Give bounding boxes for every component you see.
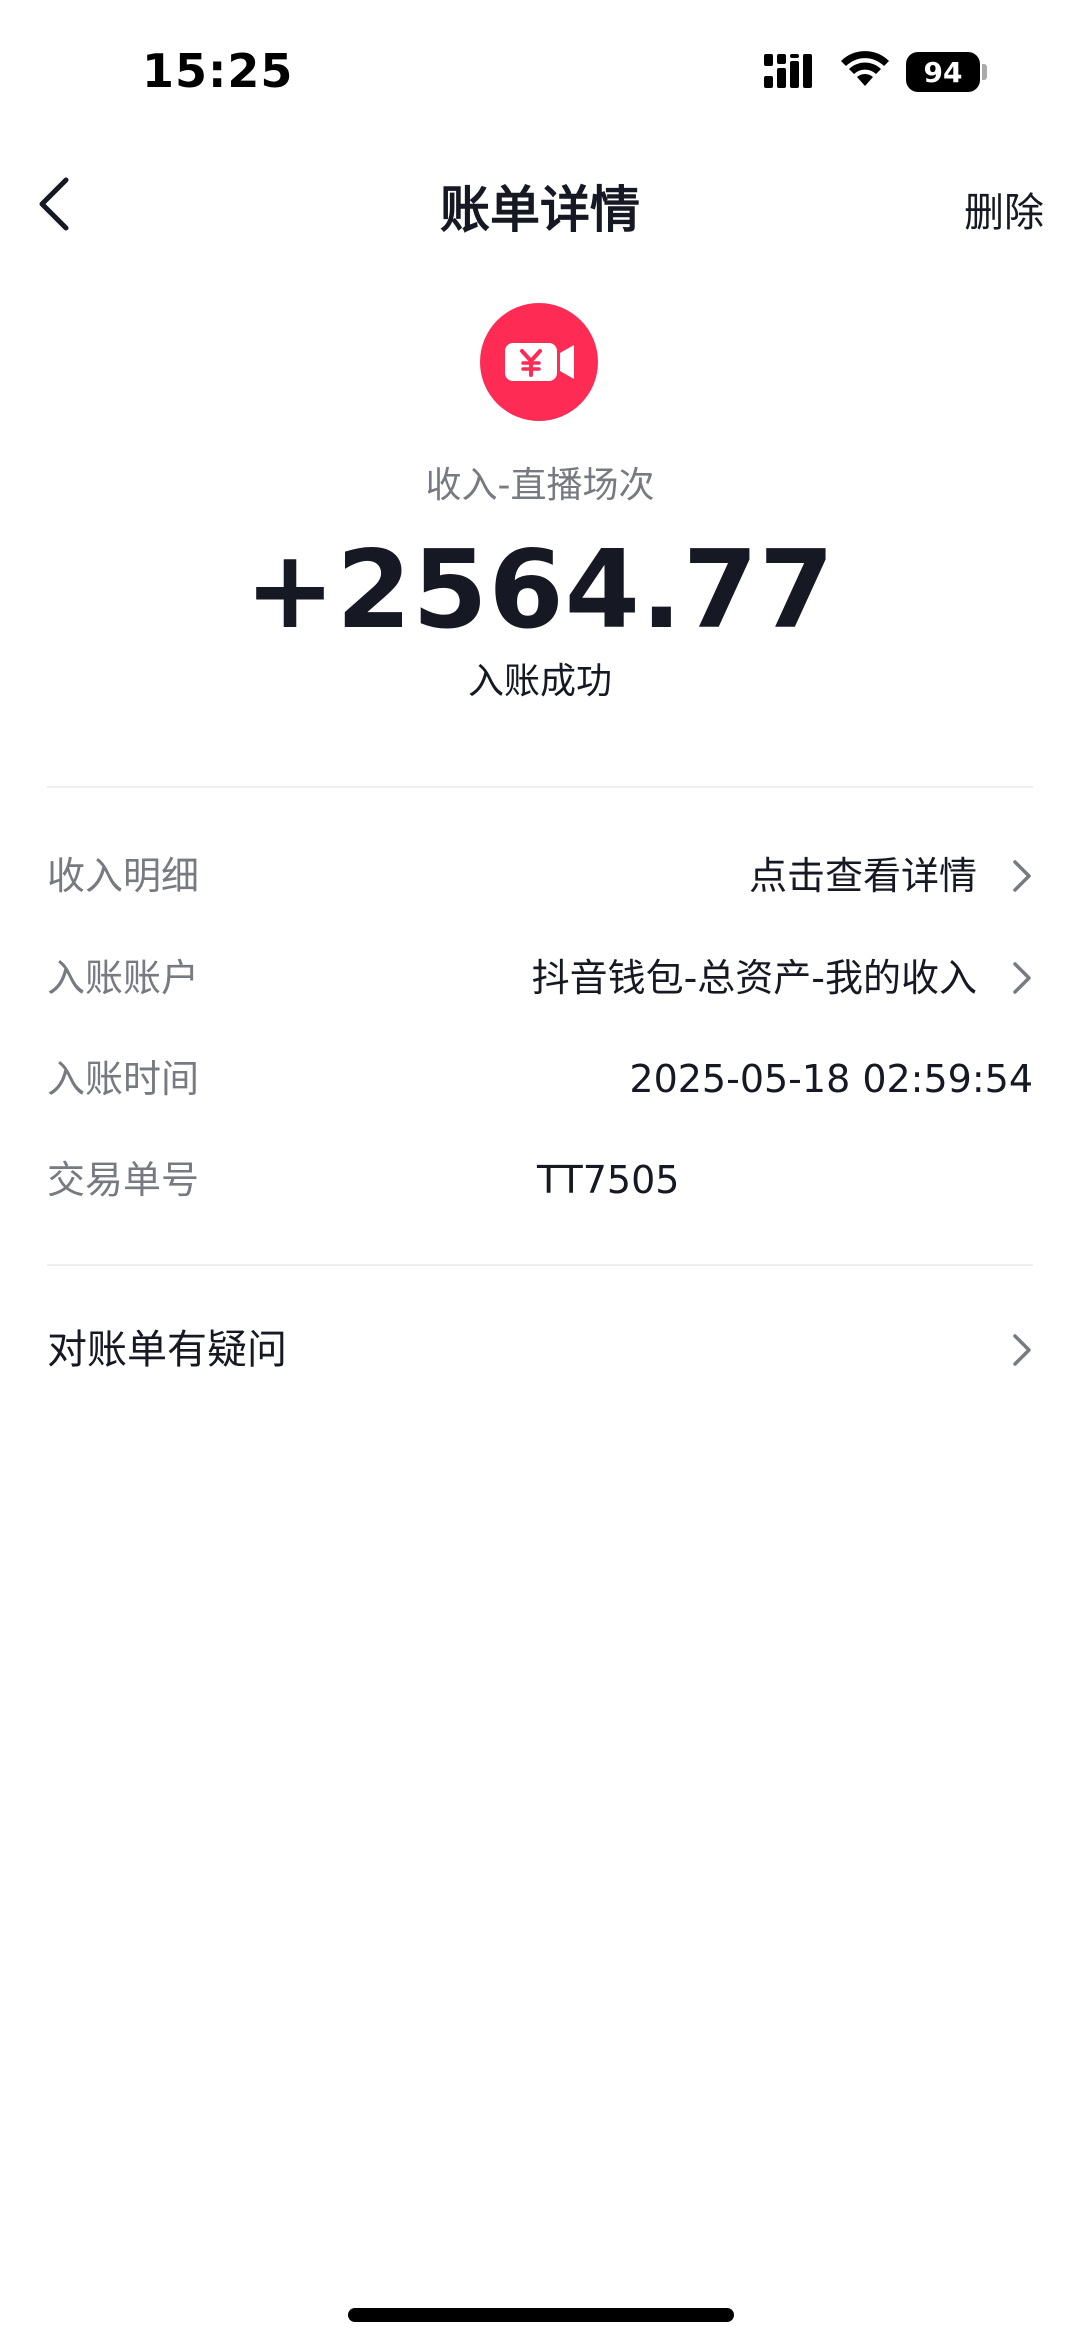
transaction-category: 收入-直播场次 [425, 465, 655, 506]
chevron-right-icon [1013, 860, 1031, 892]
detail-label: 收入明细 [47, 854, 200, 898]
live-income-icon [480, 303, 598, 421]
detail-label: 交易单号 [47, 1158, 200, 1202]
battery-icon: 94 [906, 52, 980, 92]
bill-detail-page: 15:25 94 账单详情 删除 收入-直播场次 +2564.77 入账成功 收… [0, 0, 1080, 2341]
detail-value: 抖音钱包-总资产-我的收入 [531, 956, 977, 1000]
detail-value: TT7505 [537, 1158, 680, 1202]
divider [47, 1264, 1033, 1266]
wifi-icon [841, 51, 889, 86]
delete-button[interactable]: 删除 [964, 180, 1044, 238]
detail-row-income[interactable]: 收入明细 点击查看详情 [47, 836, 1033, 916]
detail-value: 点击查看详情 [748, 854, 977, 898]
divider [47, 786, 1033, 788]
detail-label: 入账账户 [47, 956, 200, 1000]
home-indicator[interactable] [348, 2308, 734, 2322]
chevron-right-icon [1013, 962, 1031, 994]
detail-row-time: 入账时间 2025-05-18 02:59:54 [47, 1039, 1033, 1119]
page-title: 账单详情 [440, 181, 640, 239]
transaction-amount: +2564.77 [244, 528, 836, 653]
detail-value: 2025-05-18 02:59:54 [629, 1057, 1033, 1101]
battery-cap [982, 64, 987, 80]
bill-question-label: 对账单有疑问 [47, 1327, 287, 1373]
chevron-right-icon [1013, 1334, 1031, 1366]
status-time: 15:25 [142, 44, 294, 98]
detail-row-account[interactable]: 入账账户 抖音钱包-总资产-我的收入 [47, 938, 1033, 1018]
signal-icon [764, 54, 812, 88]
bill-question-row[interactable]: 对账单有疑问 [47, 1310, 1033, 1390]
detail-label: 入账时间 [47, 1057, 200, 1101]
transaction-status: 入账成功 [467, 661, 612, 702]
detail-row-order-number: 交易单号 TT7505 [47, 1140, 1033, 1220]
